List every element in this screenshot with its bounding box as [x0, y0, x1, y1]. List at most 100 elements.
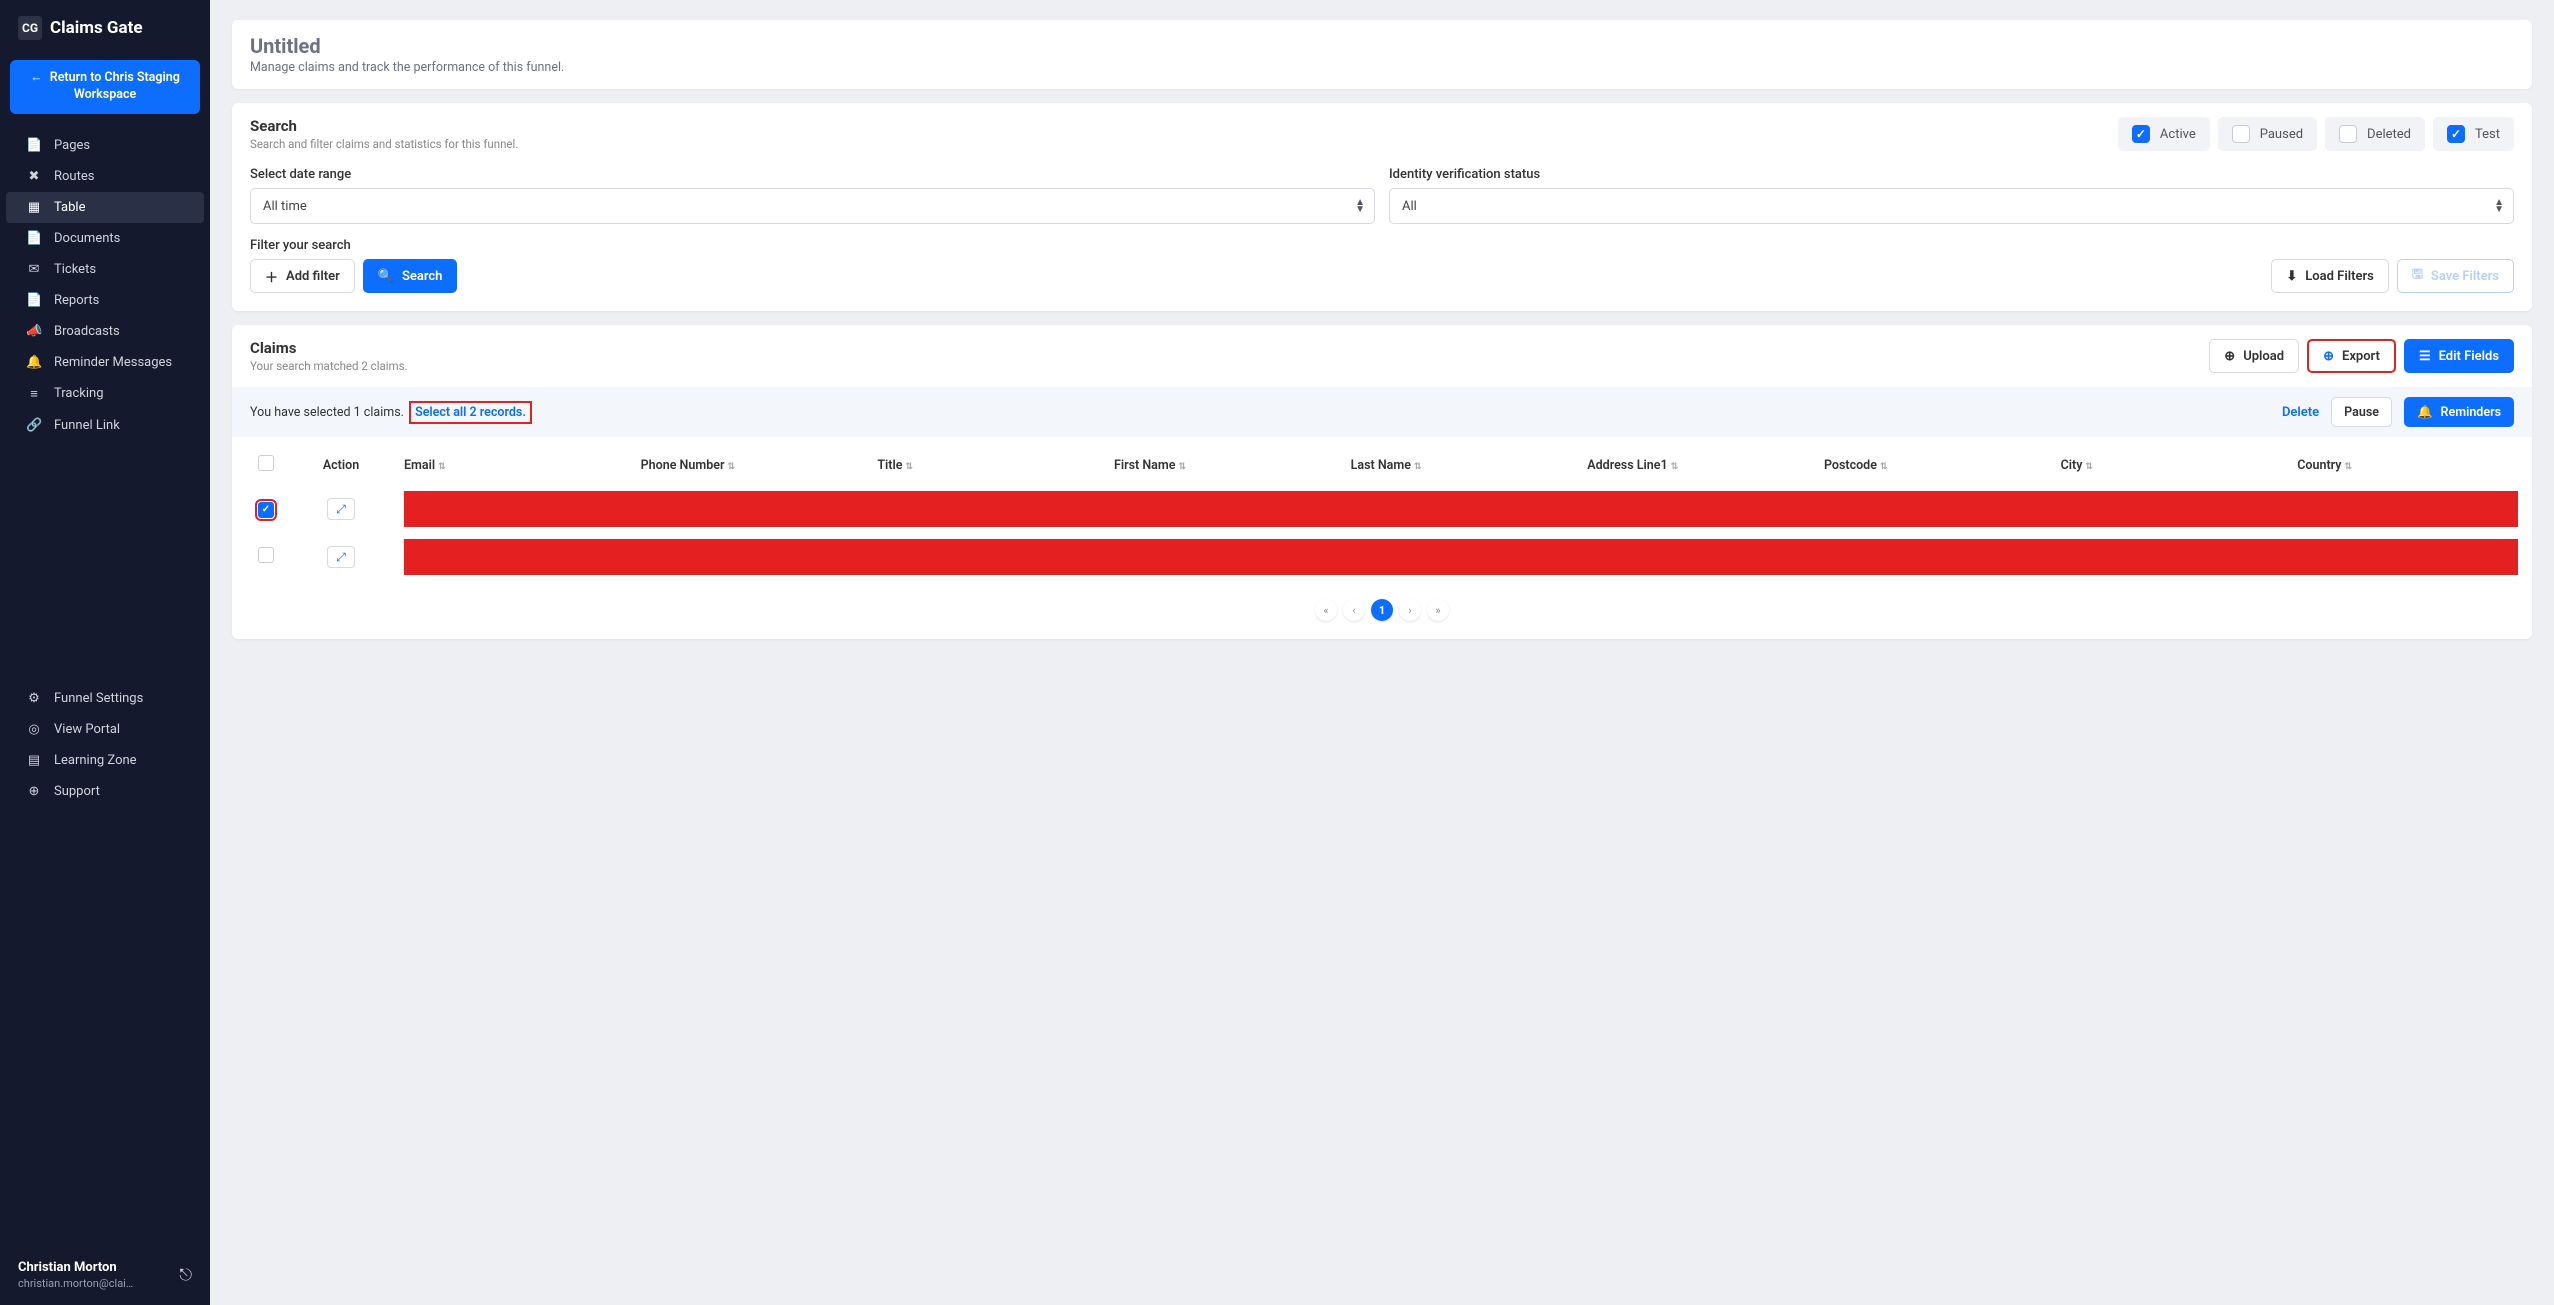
page-next-button[interactable]: › — [1399, 599, 1421, 621]
logout-icon[interactable]: ⎋ — [179, 1265, 192, 1285]
status-filter-paused[interactable]: Paused — [2218, 117, 2317, 151]
nav-icon: ◎ — [26, 722, 42, 737]
page-first-button[interactable]: « — [1315, 599, 1337, 621]
add-filter-label: Add filter — [286, 269, 340, 284]
status-filter-deleted[interactable]: Deleted — [2325, 117, 2425, 151]
sidebar-item-funnel-settings[interactable]: ⚙Funnel Settings — [6, 683, 204, 714]
sidebar-item-learning-zone[interactable]: ▤Learning Zone — [6, 745, 204, 776]
column-header-country[interactable]: Country⇅ — [2289, 445, 2526, 485]
nav-icon: 📄 — [26, 293, 42, 308]
status-filter-test[interactable]: Test — [2433, 117, 2514, 151]
filter-icon: ☰ — [2419, 349, 2431, 364]
page-last-button[interactable]: » — [1427, 599, 1449, 621]
checkbox-icon — [2447, 125, 2465, 143]
column-header-last-name[interactable]: Last Name⇅ — [1343, 445, 1580, 485]
sidebar-item-view-portal[interactable]: ◎ View Portal — [6, 714, 204, 745]
claims-title: Claims — [250, 339, 408, 357]
column-header-phone-number[interactable]: Phone Number⇅ — [633, 445, 870, 485]
table-row: ⤢ — [250, 533, 2526, 581]
sidebar-item-reminder-messages[interactable]: 🔔Reminder Messages — [6, 347, 204, 378]
page-number-button[interactable]: 1 — [1371, 599, 1393, 621]
table-row: ⤢ — [250, 485, 2526, 533]
status-filter-active[interactable]: Active — [2118, 117, 2210, 151]
page-prev-button[interactable]: ‹ — [1343, 599, 1365, 621]
bell-icon: 🔔 — [2417, 405, 2433, 420]
nav-label: Reports — [54, 293, 99, 308]
delete-link[interactable]: Delete — [2282, 405, 2319, 420]
user-name: Christian Morton — [18, 1260, 138, 1277]
sort-icon: ⇅ — [2085, 462, 2093, 472]
sidebar-item-broadcasts[interactable]: 📣 Broadcasts — [6, 316, 204, 347]
column-header-first-name[interactable]: First Name⇅ — [1106, 445, 1343, 485]
column-header-postcode[interactable]: Postcode⇅ — [1816, 445, 2053, 485]
upload-button[interactable]: ⊕ Upload — [2209, 339, 2299, 373]
sidebar-item-reports[interactable]: 📄 Reports — [6, 285, 204, 316]
pause-button[interactable]: Pause — [2331, 397, 2392, 427]
row-checkbox[interactable] — [258, 547, 274, 563]
load-filters-label: Load Filters — [2305, 269, 2374, 284]
nav-icon: 🔔 — [26, 355, 42, 370]
load-filters-button[interactable]: ⬇ Load Filters — [2271, 259, 2388, 293]
row-checkbox[interactable] — [258, 502, 274, 518]
sidebar-item-funnel-link[interactable]: 🔗 Funnel Link — [6, 410, 204, 441]
checkbox-icon — [2132, 125, 2150, 143]
column-header-title[interactable]: Title⇅ — [869, 445, 1106, 485]
identity-status-value: All — [1389, 188, 2514, 224]
nav-icon: ✉ — [26, 262, 42, 277]
sidebar-item-table[interactable]: ▦Table — [6, 192, 204, 223]
expand-row-button[interactable]: ⤢ — [327, 498, 355, 520]
select-all-records-link[interactable]: Select all 2 records. — [409, 401, 532, 424]
nav-label: Routes — [54, 169, 94, 184]
sort-icon: ⇅ — [1880, 462, 1888, 472]
sort-icon: ⇅ — [727, 462, 735, 472]
nav-icon: ≡ — [26, 386, 42, 402]
nav-label: Funnel Settings — [54, 691, 143, 706]
search-subtitle: Search and filter claims and statistics … — [250, 137, 518, 151]
main: Untitled Manage claims and track the per… — [210, 0, 2554, 1305]
sort-icon: ⇅ — [1178, 462, 1186, 472]
nav-label: View Portal — [54, 722, 120, 737]
upload-icon: ⊕ — [2224, 349, 2235, 364]
reminders-button[interactable]: 🔔 Reminders — [2404, 397, 2514, 427]
search-icon: 🔍 — [378, 269, 394, 284]
search-title: Search — [250, 117, 518, 135]
column-header-email[interactable]: Email⇅ — [396, 445, 633, 485]
column-header-address-line1[interactable]: Address Line1⇅ — [1579, 445, 1816, 485]
sidebar-item-documents[interactable]: 📄Documents — [6, 223, 204, 254]
nav-label: Funnel Link — [54, 418, 120, 433]
column-header-city[interactable]: City⇅ — [2053, 445, 2290, 485]
identity-status-select[interactable]: All ▲▼ — [1389, 188, 2514, 224]
select-all-checkbox[interactable] — [258, 455, 274, 471]
nav-icon: 🔗 — [26, 418, 42, 433]
nav-icon: ⊕ — [26, 784, 42, 799]
status-filters: ActivePausedDeleted Test — [2118, 117, 2514, 151]
claims-table: ActionEmail⇅Phone Number⇅Title⇅First Nam… — [250, 445, 2526, 581]
return-workspace-button[interactable]: ← Return to Chris Staging Workspace — [10, 60, 200, 114]
sidebar-item-support[interactable]: ⊕Support — [6, 776, 204, 807]
sidebar-item-routes[interactable]: ✖ Routes — [6, 161, 204, 192]
sort-icon: ⇅ — [1414, 462, 1422, 472]
sidebar-item-tracking[interactable]: ≡Tracking — [6, 378, 204, 410]
sidebar-item-tickets[interactable]: ✉Tickets — [6, 254, 204, 285]
save-filters-button[interactable]: 🖫 Save Filters — [2397, 259, 2514, 293]
upload-label: Upload — [2243, 349, 2284, 364]
sidebar: CG Claims Gate ← Return to Chris Staging… — [0, 0, 210, 1305]
add-filter-button[interactable]: ＋ Add filter — [250, 259, 355, 293]
date-range-value: All time — [250, 188, 1375, 224]
export-button[interactable]: ⊕ Export — [2307, 339, 2396, 373]
date-range-select[interactable]: All time ▲▼ — [250, 188, 1375, 224]
nav-icon: 📣 — [26, 324, 42, 339]
expand-row-button[interactable]: ⤢ — [327, 546, 355, 568]
nav-label: Broadcasts — [54, 324, 120, 339]
selection-bar: You have selected 1 claims. Select all 2… — [232, 387, 2532, 437]
column-header-action[interactable]: Action — [286, 445, 396, 485]
status-label: Test — [2475, 127, 2500, 142]
sort-icon: ⇅ — [905, 462, 913, 472]
return-workspace-label: Return to Chris Staging Workspace — [50, 70, 180, 102]
reminders-label: Reminders — [2441, 405, 2501, 420]
page-title: Untitled — [250, 34, 2514, 58]
edit-fields-button[interactable]: ☰ Edit Fields — [2404, 339, 2514, 373]
search-button[interactable]: 🔍 Search — [363, 259, 458, 293]
sidebar-item-pages[interactable]: 📄Pages — [6, 130, 204, 161]
nav-icon: ✖ — [26, 169, 42, 184]
